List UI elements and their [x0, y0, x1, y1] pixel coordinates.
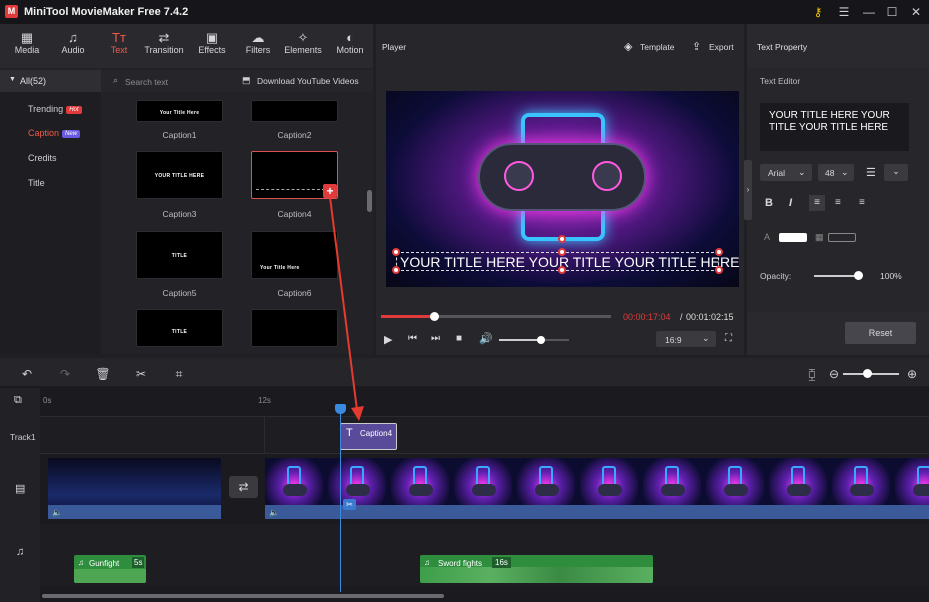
drag-arrow-annotation — [329, 196, 364, 421]
